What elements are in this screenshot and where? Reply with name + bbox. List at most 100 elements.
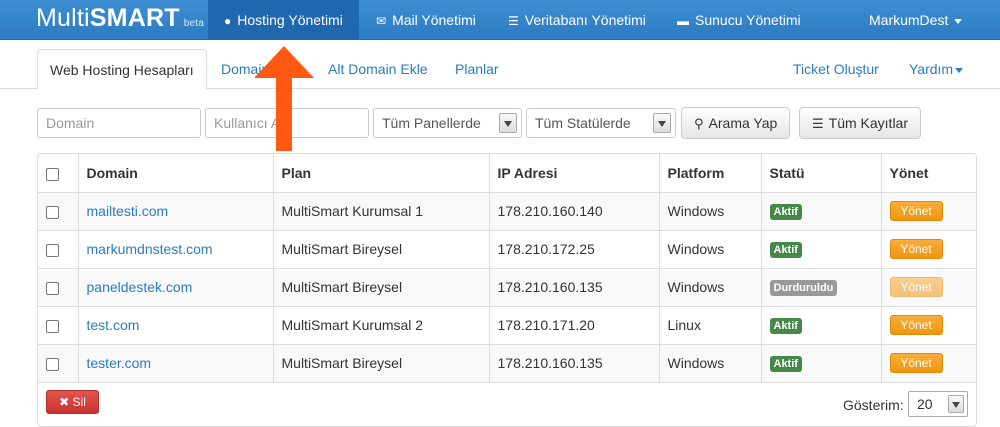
- delete-button[interactable]: ✖ Sil: [46, 390, 99, 414]
- table-row: tester.com MultiSmart Bireysel 178.210.160…: [38, 344, 976, 383]
- tab-help[interactable]: Yardım: [909, 49, 964, 89]
- domain-link[interactable]: tester.com: [87, 355, 152, 371]
- domain-cell: paneldestek.com: [78, 268, 274, 307]
- search-button-label: Arama Yap: [708, 115, 778, 131]
- manage-cell: Yönet: [881, 268, 976, 307]
- top-navbar: MultiSMART beta ● Hosting Yönetimi ✉ Mail Y…: [0, 0, 1000, 40]
- ip-cell: 178.210.160.135: [489, 268, 660, 307]
- manage-cell: Yönet: [881, 344, 976, 383]
- row-select-cell: [38, 268, 79, 307]
- tab-create-ticket[interactable]: Ticket Oluştur: [793, 49, 879, 89]
- status-filter-value: Tüm Statülerde: [535, 115, 631, 131]
- platform-cell: Windows: [659, 344, 762, 383]
- all-records-label: Tüm Kayıtlar: [828, 115, 909, 131]
- status-cell: Durduruldu: [761, 268, 882, 307]
- column-header-ip[interactable]: IP Adresi: [489, 154, 660, 193]
- platform-cell: Linux: [659, 306, 762, 345]
- domain-search-input[interactable]: [37, 108, 201, 138]
- domain-link[interactable]: markumdnstest.com: [87, 241, 213, 257]
- ip-cell: 178.210.171.20: [489, 306, 660, 345]
- dropdown-arrow-icon: [948, 395, 964, 413]
- nav-mail[interactable]: ✉ Mail Yönetimi: [360, 0, 492, 40]
- manage-button[interactable]: Yönet: [889, 353, 943, 373]
- ip-cell: 178.210.160.140: [489, 192, 660, 231]
- column-header-manage: Yönet: [881, 154, 976, 193]
- table-row: markumdnstest.com MultiSmart Bireysel 178.…: [38, 230, 976, 269]
- domain-link[interactable]: test.com: [87, 317, 140, 333]
- brand-logo[interactable]: MultiSMART beta: [36, 4, 204, 33]
- select-all-cell: [38, 154, 79, 193]
- all-records-button[interactable]: ☰ Tüm Kayıtlar: [799, 107, 922, 139]
- column-header-platform[interactable]: Platform: [659, 154, 762, 193]
- nav-hosting-label: Hosting Yönetimi: [237, 12, 343, 28]
- manage-button[interactable]: Yönet: [889, 315, 943, 335]
- nav-server-label: Sunucu Yönetimi: [695, 12, 801, 28]
- nav-mail-label: Mail Yönetimi: [392, 12, 476, 28]
- status-filter-select[interactable]: Tüm Statülerde: [526, 108, 676, 138]
- domain-cell: test.com: [78, 306, 274, 345]
- manage-button[interactable]: Yönet: [889, 201, 943, 221]
- column-header-domain[interactable]: Domain: [78, 154, 274, 193]
- close-icon: ✖: [59, 395, 70, 409]
- status-cell: Aktif: [761, 192, 882, 231]
- panel-filter-select[interactable]: Tüm Panellerde: [373, 108, 522, 138]
- page-size-select[interactable]: 20: [908, 391, 968, 417]
- column-header-status[interactable]: Statü: [761, 154, 882, 193]
- row-select-cell: [38, 230, 79, 269]
- row-checkbox[interactable]: [46, 319, 59, 333]
- page-size-label: Gösterim:: [843, 397, 904, 413]
- nav-hosting[interactable]: ● Hosting Yönetimi: [208, 0, 359, 40]
- table-row: mailtesti.com MultiSmart Kurumsal 1 178.21…: [38, 192, 976, 231]
- annotation-arrow-icon: [254, 46, 314, 151]
- row-checkbox[interactable]: [46, 243, 59, 257]
- row-checkbox[interactable]: [46, 281, 59, 295]
- domain-cell: markumdnstest.com: [78, 230, 274, 269]
- list-icon: ☰: [812, 116, 824, 131]
- status-badge: Aktif: [769, 356, 802, 372]
- status-badge: Durduruldu: [769, 280, 838, 296]
- plan-cell: MultiSmart Bireysel: [273, 230, 490, 269]
- ip-cell: 178.210.172.25: [489, 230, 660, 269]
- tab-plans[interactable]: Planlar: [455, 49, 499, 89]
- manage-cell: Yönet: [881, 230, 976, 269]
- beta-badge: beta: [183, 18, 204, 29]
- table-row: test.com MultiSmart Kurumsal 2 178.210.171…: [38, 306, 976, 345]
- row-select-cell: [38, 344, 79, 383]
- search-button[interactable]: ⚲ Arama Yap: [681, 107, 791, 139]
- row-checkbox[interactable]: [46, 357, 59, 371]
- chevron-down-icon: [954, 18, 963, 24]
- tab-web-hosting[interactable]: Web Hosting Hesapları: [37, 49, 207, 90]
- sub-tabs: Web Hosting Hesapları Domain Alt Domain …: [0, 49, 1000, 90]
- plan-cell: MultiSmart Kurumsal 1: [273, 192, 490, 231]
- plan-cell: MultiSmart Bireysel: [273, 268, 490, 307]
- delete-button-label: Sil: [72, 395, 86, 409]
- table-footer: [38, 383, 976, 427]
- manage-button[interactable]: Yönet: [889, 277, 943, 297]
- hosting-accounts-table: Domain Plan IP Adresi Platform Statü Yön…: [37, 153, 977, 427]
- domain-cell: mailtesti.com: [78, 192, 274, 231]
- hdd-icon: ▬: [677, 14, 689, 28]
- panel-filter-value: Tüm Panellerde: [382, 115, 481, 131]
- domain-link[interactable]: paneldestek.com: [87, 279, 193, 295]
- row-select-cell: [38, 192, 79, 231]
- platform-cell: Windows: [659, 192, 762, 231]
- row-checkbox[interactable]: [46, 205, 59, 219]
- nav-server[interactable]: ▬ Sunucu Yönetimi: [661, 0, 817, 40]
- manage-button[interactable]: Yönet: [889, 239, 943, 259]
- manage-cell: Yönet: [881, 192, 976, 231]
- row-select-cell: [38, 306, 79, 345]
- domain-link[interactable]: mailtesti.com: [87, 203, 169, 219]
- plan-cell: MultiSmart Kurumsal 2: [273, 306, 490, 345]
- dropdown-arrow-icon: [653, 113, 671, 133]
- search-icon: ⚲: [694, 116, 704, 131]
- dropdown-arrow-icon: [499, 113, 517, 133]
- globe-icon: ●: [224, 14, 232, 28]
- manage-cell: Yönet: [881, 306, 976, 345]
- select-all-checkbox[interactable]: [46, 167, 59, 181]
- column-header-plan[interactable]: Plan: [273, 154, 490, 193]
- status-badge: Aktif: [769, 242, 802, 258]
- ip-cell: 178.210.160.135: [489, 344, 660, 383]
- nav-database[interactable]: ☰ Veritabanı Yönetimi: [492, 0, 662, 40]
- tab-add-subdomain[interactable]: Alt Domain Ekle: [328, 49, 428, 89]
- user-menu[interactable]: MarkumDest: [853, 0, 978, 40]
